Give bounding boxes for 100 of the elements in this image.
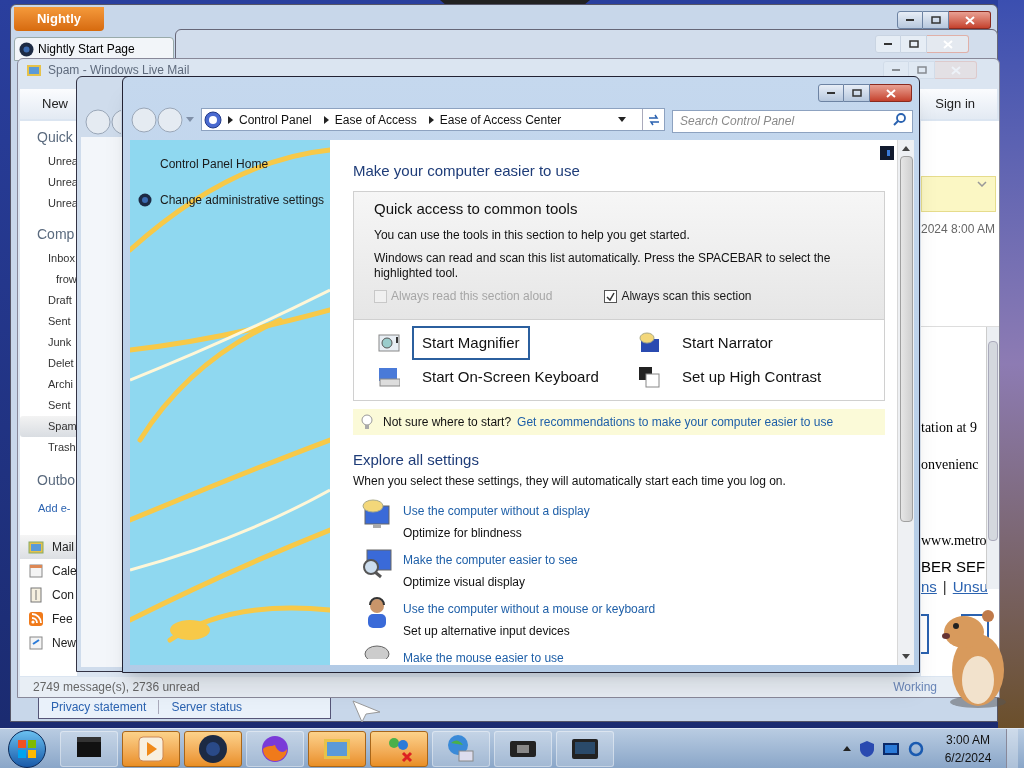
globe-icon[interactable] bbox=[908, 740, 924, 757]
minimize-button[interactable] bbox=[818, 84, 844, 102]
setting-link[interactable]: Make the computer easier to see bbox=[403, 550, 578, 569]
folder-item[interactable]: Junk bbox=[20, 332, 77, 353]
breadcrumb-arrow-icon bbox=[228, 115, 233, 124]
breadcrumb[interactable]: Ease of Access bbox=[334, 110, 417, 129]
minimize-button[interactable] bbox=[897, 11, 923, 29]
checkbox-label: Always read this section aloud bbox=[391, 288, 553, 305]
scrollbar[interactable] bbox=[897, 140, 914, 665]
search-icon bbox=[893, 113, 906, 126]
folder-item[interactable]: Archi bbox=[20, 374, 77, 395]
folder-item[interactable]: Sent bbox=[20, 311, 77, 332]
close-icon bbox=[964, 15, 975, 25]
new-button[interactable]: New bbox=[42, 94, 68, 114]
nav-item[interactable]: Fee bbox=[20, 606, 77, 631]
clock-date: 6/2/2024 bbox=[944, 749, 992, 767]
setting-link[interactable]: Make the mouse easier to use bbox=[403, 648, 564, 665]
scrollbar-thumb[interactable] bbox=[988, 341, 998, 541]
chevron-icon bbox=[977, 181, 987, 187]
folder-item[interactable]: Sent bbox=[20, 395, 77, 416]
browser-tab[interactable]: Nightly Start Page bbox=[14, 37, 174, 61]
message-date: 2024 8:00 AM bbox=[921, 221, 997, 238]
minimize-icon bbox=[891, 68, 901, 72]
mail-icon bbox=[28, 538, 44, 555]
message-text: BER SEF bbox=[921, 557, 986, 577]
status-text: 2749 message(s), 2736 unread bbox=[33, 679, 200, 696]
minimize-icon bbox=[883, 42, 893, 46]
close-icon bbox=[885, 88, 896, 98]
scrollbar[interactable] bbox=[986, 327, 999, 589]
nav-item[interactable]: Mail bbox=[20, 534, 77, 559]
section-text: When you select these settings, they will automatically start each time you log on. bbox=[353, 472, 787, 490]
folder-item[interactable]: Inbox bbox=[20, 248, 77, 269]
add-account-link[interactable]: Add e- bbox=[38, 500, 77, 517]
rss-icon bbox=[28, 610, 44, 627]
setting-link[interactable]: Use the computer without a display bbox=[403, 501, 590, 520]
windows-logo-icon bbox=[17, 738, 37, 759]
breadcrumb-arrow-icon bbox=[428, 115, 434, 124]
message-text: tation at 9 bbox=[921, 419, 977, 437]
maximize-icon bbox=[930, 16, 941, 24]
tool-link[interactable]: Start Narrator bbox=[672, 325, 783, 361]
nav-item[interactable]: Cale bbox=[20, 558, 77, 583]
close-button[interactable] bbox=[870, 84, 912, 102]
recommendations-link[interactable]: Get recommendations to make your computer easier to use bbox=[517, 413, 834, 431]
server-status-link[interactable]: Server status bbox=[171, 698, 243, 716]
start-button[interactable] bbox=[8, 729, 46, 768]
maximize-icon bbox=[851, 89, 862, 97]
maximize-button[interactable] bbox=[844, 84, 870, 102]
tile-icon bbox=[880, 146, 894, 160]
section-text: Windows can read and scan this list automatically. Press the SPACEBAR to select the highlighted tool. bbox=[374, 251, 832, 281]
nav-item[interactable]: Con bbox=[20, 582, 77, 607]
minimize-icon bbox=[905, 18, 915, 22]
sign-in-button[interactable]: Sign in bbox=[935, 94, 975, 114]
maximize-button[interactable] bbox=[923, 11, 949, 29]
dropdown-arrow-icon bbox=[618, 117, 626, 122]
taskbar-button[interactable] bbox=[184, 730, 242, 767]
privacy-link[interactable]: Privacy statement bbox=[51, 698, 147, 716]
dropdown-arrow-icon bbox=[186, 117, 194, 123]
nav-item[interactable]: New bbox=[20, 630, 77, 655]
address-bar[interactable]: Control Panel Ease of Access Ease of Access Center bbox=[201, 108, 665, 131]
tool-link[interactable]: Start Magnifier bbox=[412, 325, 530, 361]
checkmark-icon bbox=[606, 291, 616, 301]
tool-link[interactable]: Start On-Screen Keyboard bbox=[412, 359, 609, 395]
folder-item[interactable]: Delet bbox=[20, 353, 77, 374]
status-text: Working bbox=[893, 679, 937, 696]
sidebar-link[interactable]: Control Panel Home bbox=[160, 155, 269, 173]
folder-item[interactable]: Spam bbox=[20, 416, 77, 437]
section-text: You can use the tools in this section to help you get started. bbox=[374, 227, 691, 244]
section-heading: Quick bbox=[37, 128, 74, 147]
pencil-icon bbox=[28, 634, 44, 651]
refresh-icon bbox=[646, 113, 661, 126]
folder-item[interactable]: frow bbox=[20, 269, 77, 290]
nav-label: Cale bbox=[52, 562, 77, 580]
window-title: Spam - Windows Live Mail bbox=[48, 62, 190, 79]
checkbox[interactable] bbox=[604, 289, 618, 303]
calendar-icon bbox=[28, 562, 44, 579]
keyboard-icon bbox=[378, 366, 400, 388]
show-desktop-button[interactable] bbox=[1006, 728, 1018, 768]
search-field[interactable]: Search Control Panel bbox=[672, 109, 913, 133]
contacts-icon bbox=[28, 586, 44, 603]
scrollbar-thumb[interactable] bbox=[899, 156, 913, 522]
setting-description: Set up alternative input devices bbox=[403, 622, 571, 640]
show-hidden-icons-icon[interactable] bbox=[843, 746, 851, 751]
setting-link[interactable]: Use the computer without a mouse or keyboard bbox=[403, 599, 656, 618]
monitor-icon[interactable] bbox=[883, 742, 899, 755]
mail-app-icon bbox=[26, 62, 42, 78]
shield-icon[interactable] bbox=[860, 740, 874, 757]
tab-title: Nightly Start Page bbox=[38, 41, 135, 58]
breadcrumb[interactable]: Control Panel bbox=[239, 110, 312, 129]
link-separator: | bbox=[942, 577, 947, 597]
monitor-magnifier-icon bbox=[361, 546, 395, 581]
minimize-icon bbox=[826, 91, 836, 95]
close-button[interactable] bbox=[949, 11, 991, 29]
folder-item[interactable]: Draft bbox=[20, 290, 77, 311]
tool-link[interactable]: Set up High Contrast bbox=[672, 359, 832, 395]
maximize-icon bbox=[916, 66, 927, 74]
email-link[interactable]: ns bbox=[921, 576, 937, 599]
folder-item[interactable]: Trash bbox=[20, 437, 77, 458]
breadcrumb[interactable]: Ease of Access Center bbox=[439, 110, 562, 129]
cursor-icon bbox=[352, 700, 381, 723]
maximize-icon bbox=[908, 40, 919, 48]
